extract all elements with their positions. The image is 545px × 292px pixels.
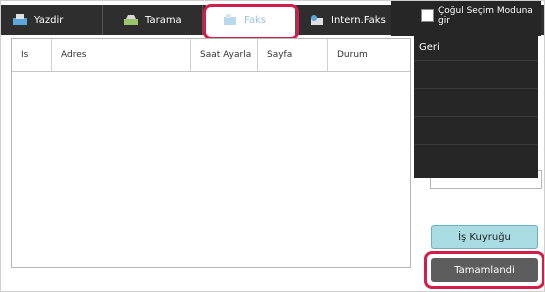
column-header-address[interactable]: Adres: [51, 39, 190, 71]
fax-tab-highlight: [203, 4, 299, 40]
tab-print-label: Yazdir: [34, 14, 64, 26]
tab-internet-fax-label: Intern.Faks: [331, 14, 386, 26]
job-status-screen: Yazdir Tarama Faks Intern.Faks > Is Adre…: [0, 0, 545, 292]
column-header-time-setting[interactable]: Saat Ayarla: [190, 39, 257, 71]
job-table: Is Adres Saat Ayarla Sayfa Durum: [11, 38, 411, 268]
scan-icon: [123, 14, 139, 26]
multi-select-checkbox[interactable]: [421, 9, 434, 22]
job-queue-button[interactable]: İş Kuyruğu: [431, 225, 538, 249]
column-header-pages[interactable]: Sayfa: [257, 39, 327, 71]
print-icon: [12, 14, 28, 26]
job-table-header: Is Adres Saat Ayarla Sayfa Durum: [12, 39, 410, 72]
tab-scan[interactable]: Tarama: [103, 5, 203, 35]
menu-divider: [414, 144, 538, 145]
internet-fax-icon: [309, 14, 325, 26]
menu-divider: [414, 88, 538, 89]
menu-divider: [414, 60, 538, 61]
tab-print[interactable]: Yazdir: [0, 5, 103, 35]
menu-divider: [414, 116, 538, 117]
back-menu-item[interactable]: Geri: [419, 42, 440, 53]
column-header-job[interactable]: Is: [12, 39, 51, 71]
completed-button-highlight: [424, 251, 545, 289]
multi-select-label[interactable]: Çoğul Seçim Moduna gir: [438, 6, 538, 26]
action-menu: [414, 32, 538, 178]
tab-scan-label: Tarama: [145, 14, 182, 26]
column-header-status[interactable]: Durum: [327, 39, 410, 71]
tab-internet-fax[interactable]: Intern.Faks: [299, 5, 401, 35]
